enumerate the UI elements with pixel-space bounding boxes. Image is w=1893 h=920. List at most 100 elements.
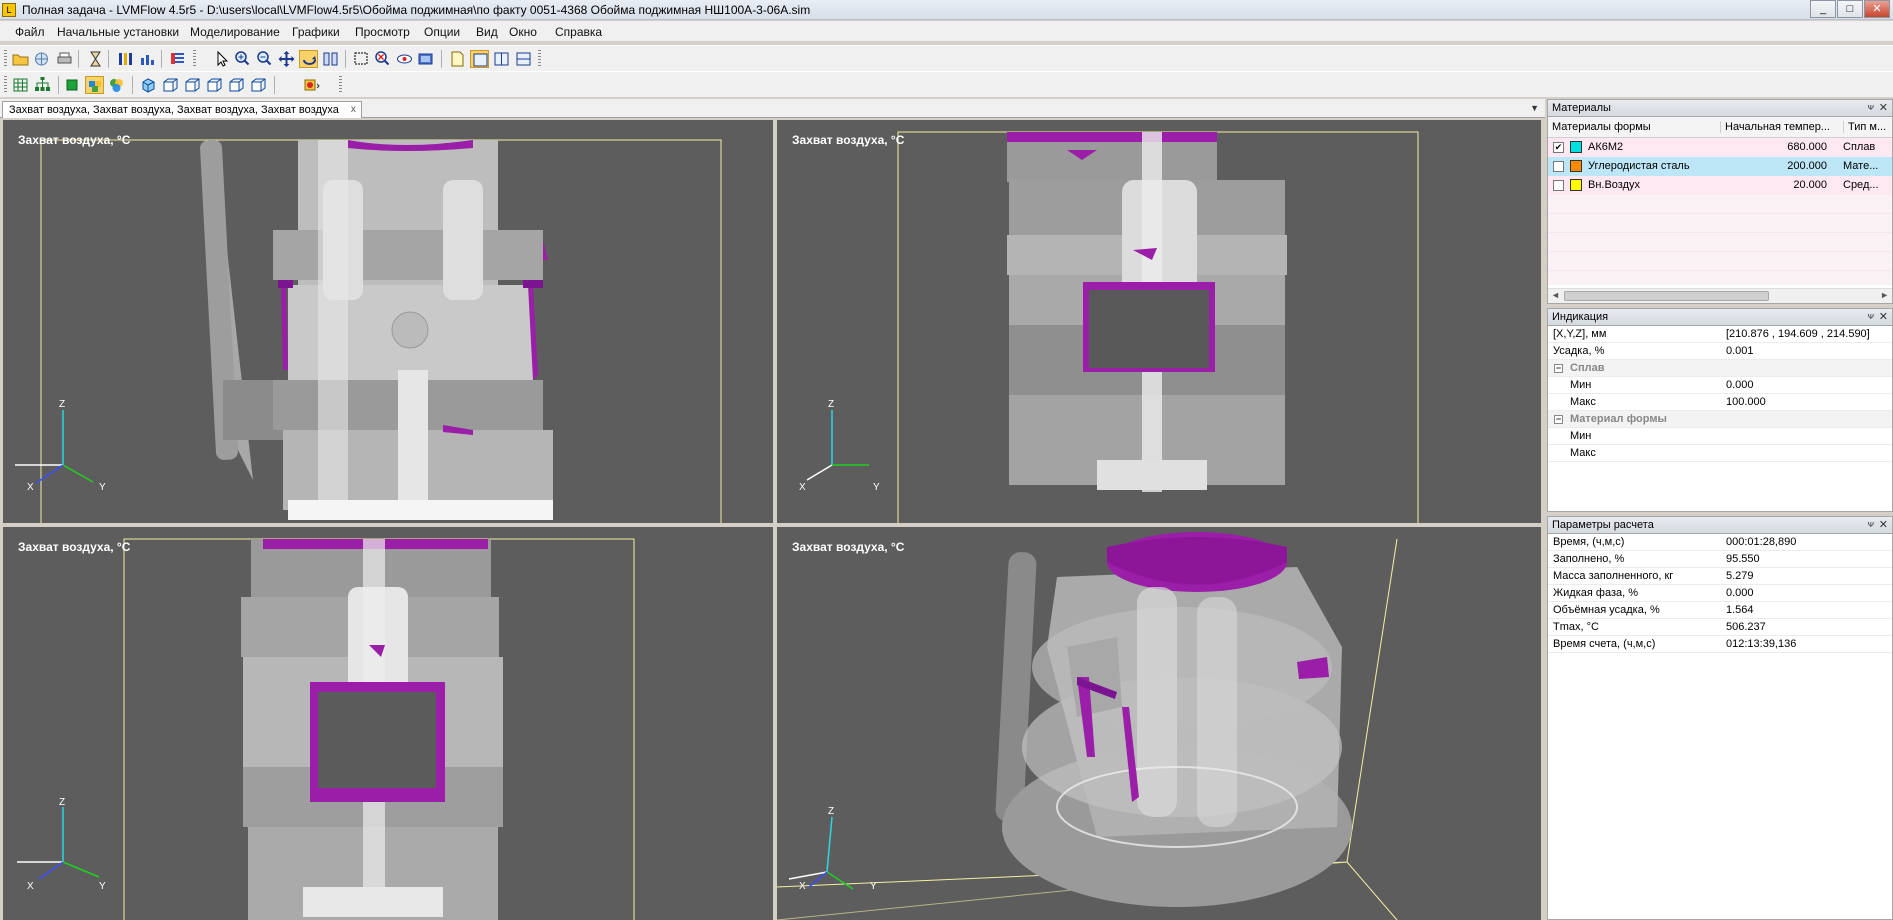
minimize-button[interactable]: _ — [1810, 0, 1836, 18]
material-checkbox[interactable]: ✔ — [1553, 142, 1564, 153]
main-toolbar — [0, 45, 1893, 71]
property-name: [X,Y,Z], мм — [1553, 328, 1607, 340]
bar-chart-icon[interactable] — [138, 50, 157, 68]
property-row[interactable]: Усадка, % 0.001 — [1548, 343, 1892, 360]
menu-file[interactable]: Файл — [15, 25, 45, 39]
menu-view-browse[interactable]: Просмотр — [355, 25, 410, 39]
arrow-pointer-icon[interactable] — [212, 50, 231, 68]
scroll-left-icon[interactable]: ◄ — [1551, 290, 1560, 300]
cube-back-icon[interactable] — [205, 76, 224, 94]
column-header-temperature[interactable]: Начальная темпер... — [1720, 121, 1840, 133]
menu-window[interactable]: Окно — [509, 25, 537, 39]
rotate-icon[interactable] — [299, 50, 318, 68]
property-row[interactable]: Макс — [1548, 445, 1892, 462]
casting-render: Z X Y — [15, 139, 722, 523]
cube-iso-icon[interactable] — [227, 76, 246, 94]
property-row[interactable]: Макс 100.000 — [1548, 394, 1892, 411]
viewport-front[interactable]: Z X Y Захват воздуха, °C — [3, 120, 773, 523]
tree-icon[interactable] — [33, 76, 52, 94]
collapse-icon[interactable]: − — [1554, 364, 1563, 373]
property-row[interactable]: [X,Y,Z], мм [210.876 , 194.609 , 214.590… — [1548, 326, 1892, 343]
table-row[interactable]: Вн.Воздух 20.000 Сред... — [1548, 176, 1892, 195]
toolbar-grip[interactable] — [339, 76, 342, 94]
close-button[interactable]: ✕ — [1864, 0, 1890, 18]
toolbar-grip[interactable] — [4, 76, 7, 94]
property-row[interactable]: Tmax, °C 506.237 — [1548, 619, 1892, 636]
close-icon[interactable]: ✕ — [1879, 101, 1888, 114]
property-row[interactable]: Объёмная усадка, % 1.564 — [1548, 602, 1892, 619]
menu-modeling[interactable]: Моделирование — [190, 25, 280, 39]
zoom-out-icon[interactable] — [255, 50, 274, 68]
property-row[interactable]: Мин — [1548, 428, 1892, 445]
column-header-material[interactable]: Материалы формы — [1552, 121, 1712, 133]
viewport-top[interactable]: Z X Y Захват воздуха, °C — [3, 527, 773, 920]
cube-front-icon[interactable] — [139, 76, 158, 94]
scrollbar-thumb[interactable] — [1564, 291, 1769, 301]
green-square-icon[interactable] — [63, 76, 82, 94]
select-rect-icon[interactable] — [352, 50, 371, 68]
menu-view[interactable]: Вид — [476, 25, 498, 39]
grid-icon[interactable] — [11, 76, 30, 94]
two-view-icon[interactable] — [492, 50, 511, 68]
viewport-isometric[interactable]: Z X Y Захват воздуха, °C — [777, 527, 1541, 920]
split-view-icon[interactable] — [514, 50, 533, 68]
property-row[interactable]: Жидкая фаза, % 0.000 — [1548, 585, 1892, 602]
collapse-icon[interactable]: − — [1554, 415, 1563, 424]
property-row[interactable]: Мин 0.000 — [1548, 377, 1892, 394]
cube-side-icon[interactable] — [161, 76, 180, 94]
zoom-cancel-icon[interactable] — [373, 50, 392, 68]
toolbar-grip[interactable] — [4, 50, 7, 68]
toolbar-grip[interactable] — [193, 50, 196, 68]
toolbar-grip[interactable] — [538, 50, 541, 68]
single-view-icon[interactable] — [470, 50, 489, 68]
table-row[interactable]: Углеродистая сталь 200.000 Мате... — [1548, 157, 1892, 176]
property-row[interactable]: Время, (ч,м,с) 000:01:28,890 — [1548, 534, 1892, 551]
menu-help[interactable]: Справка — [555, 25, 602, 39]
tab-dropdown-icon[interactable]: ▼ — [1530, 103, 1539, 113]
pin-icon[interactable]: ᴪ — [1868, 102, 1874, 112]
viewport-side[interactable]: Z X Y Захват воздуха, °C — [777, 120, 1541, 523]
property-group-alloy[interactable]: − Сплав — [1548, 360, 1892, 377]
horizontal-scrollbar[interactable]: ◄ ► — [1548, 288, 1892, 303]
column-header-type[interactable]: Тип м... — [1843, 121, 1893, 133]
material-checkbox[interactable] — [1553, 180, 1564, 191]
close-icon[interactable]: ✕ — [1879, 518, 1888, 531]
axis-y-label: Y — [870, 881, 877, 892]
pin-icon[interactable]: ᴪ — [1868, 519, 1874, 529]
property-row[interactable]: Заполнено, % 95.550 — [1548, 551, 1892, 568]
cube-top-icon[interactable] — [183, 76, 202, 94]
cube-other-icon[interactable] — [249, 76, 268, 94]
pin-icon[interactable]: ᴪ — [1868, 311, 1874, 321]
bars-chart-icon[interactable] — [116, 50, 135, 68]
eye-rotate-icon[interactable] — [395, 50, 414, 68]
material-color-swatch[interactable] — [1570, 141, 1582, 153]
menu-initial-settings[interactable]: Начальные установки — [57, 25, 179, 39]
property-row[interactable]: Масса заполненного, кг 5.279 — [1548, 568, 1892, 585]
menu-graphs[interactable]: Графики — [292, 25, 340, 39]
maximize-button[interactable]: □ — [1837, 0, 1863, 18]
move-icon[interactable] — [277, 50, 296, 68]
material-checkbox[interactable] — [1553, 161, 1564, 172]
property-row[interactable]: Время счета, (ч,м,с) 012:13:39,136 — [1548, 636, 1892, 653]
close-icon[interactable]: ✕ — [1879, 310, 1888, 323]
zoom-in-icon[interactable] — [233, 50, 252, 68]
tab-close-icon[interactable]: x — [351, 104, 356, 115]
palette-icon[interactable] — [85, 76, 104, 94]
material-color-swatch[interactable] — [1570, 160, 1582, 172]
list-icon[interactable] — [168, 50, 187, 68]
book-icon[interactable] — [321, 50, 340, 68]
frame-icon[interactable] — [417, 50, 436, 68]
scroll-right-icon[interactable]: ► — [1880, 290, 1889, 300]
tab-document[interactable]: Захват воздуха, Захват воздуха, Захват в… — [2, 101, 362, 118]
table-row[interactable]: ✔ АК6М2 680.000 Сплав — [1548, 138, 1892, 157]
property-group-mold[interactable]: − Материал формы — [1548, 411, 1892, 428]
menu-options[interactable]: Опции — [424, 25, 460, 39]
print-icon[interactable] — [55, 50, 74, 68]
globe-icon[interactable] — [32, 50, 51, 68]
open-folder-icon[interactable] — [11, 50, 30, 68]
record-icon[interactable] — [302, 76, 321, 94]
colors-icon[interactable] — [107, 76, 126, 94]
hourglass-icon[interactable] — [86, 50, 105, 68]
page-icon[interactable] — [448, 50, 467, 68]
material-color-swatch[interactable] — [1570, 179, 1582, 191]
